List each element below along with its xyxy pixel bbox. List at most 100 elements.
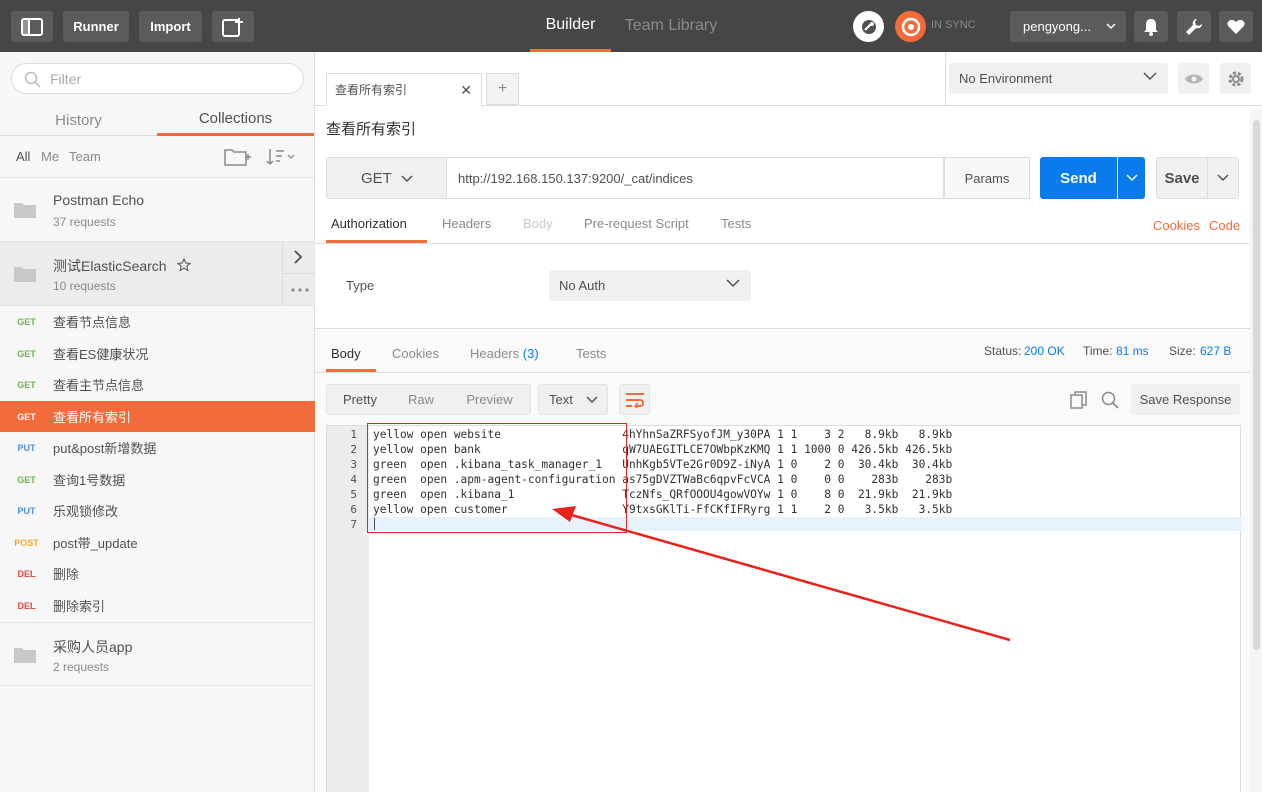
runner-button[interactable]: Runner (63, 11, 129, 42)
save-button[interactable]: Save (1156, 157, 1208, 199)
more-options-icon[interactable] (291, 288, 309, 292)
chevron-right-icon[interactable] (293, 250, 303, 264)
view-preview-button[interactable]: Preview (449, 385, 530, 414)
filter-me[interactable]: Me (41, 149, 59, 164)
search-icon (24, 71, 41, 88)
method-select[interactable]: GET (326, 157, 447, 199)
response-panel: Body Cookies Headers (3) Tests Status: 2… (315, 328, 1251, 792)
request-item[interactable]: GET 查看节点信息 (0, 306, 315, 337)
format-value: Text (549, 392, 573, 407)
time-value: 81 ms (1116, 344, 1149, 358)
request-options-tabs: Authorization Headers Body Pre-request S… (315, 208, 1251, 244)
request-item[interactable]: GET 查询1号数据 (0, 464, 315, 495)
url-input[interactable]: http://192.168.150.137:9200/_cat/indices (447, 157, 944, 199)
tab-builder[interactable]: Builder (530, 0, 611, 52)
new-window-button[interactable] (212, 11, 254, 42)
environment-quick-look-button[interactable] (1178, 63, 1209, 94)
collection-item[interactable]: Postman Echo 37 requests (0, 178, 315, 242)
line-number: 5 (350, 488, 357, 501)
collection-request-count: 2 requests (53, 660, 110, 674)
response-tab-headers[interactable]: Headers (3) (470, 346, 539, 361)
notifications-button[interactable] (1134, 11, 1168, 42)
code-link[interactable]: Code (1209, 218, 1240, 233)
divider (315, 372, 1251, 373)
request-name: post带_update (53, 536, 138, 551)
user-name: pengyong... (1023, 19, 1091, 34)
sync-status-button[interactable] (895, 11, 926, 42)
bell-icon (1144, 18, 1158, 36)
size-label: Size: (1169, 344, 1196, 358)
active-tab-indicator (326, 240, 427, 243)
request-item-active[interactable]: GET 查看所有索引 (0, 401, 315, 432)
collection-item[interactable]: 采购人员app 2 requests (0, 622, 315, 686)
line-number: 3 (350, 458, 357, 471)
save-dropdown-button[interactable] (1208, 157, 1239, 199)
request-item[interactable]: POST post带_update (0, 527, 315, 558)
request-item[interactable]: PUT put&post新增数据 (0, 432, 315, 463)
save-response-button[interactable]: Save Response (1131, 384, 1240, 415)
chevron-down-icon (1106, 23, 1116, 30)
star-icon[interactable] (177, 258, 191, 272)
auth-type-select[interactable]: No Auth (549, 270, 751, 301)
annotation-highlight-box (367, 423, 627, 533)
request-item[interactable]: PUT 乐观锁修改 (0, 495, 315, 526)
send-button[interactable]: Send (1040, 157, 1117, 199)
search-icon[interactable] (1101, 391, 1119, 409)
collection-item-active[interactable]: 测试ElasticSearch 10 requests (0, 242, 316, 306)
sync-icon (901, 17, 920, 36)
new-folder-icon[interactable] (224, 147, 252, 167)
tab-authorization[interactable]: Authorization (331, 216, 407, 231)
send-dropdown-button[interactable] (1118, 157, 1145, 199)
request-name: 删除 (53, 567, 80, 582)
folder-icon (14, 267, 36, 282)
response-tab-tests[interactable]: Tests (576, 346, 606, 361)
filter-input[interactable]: Filter (11, 63, 304, 94)
tab-pre-request-script[interactable]: Pre-request Script (584, 216, 689, 231)
tab-tests[interactable]: Tests (721, 216, 751, 231)
chevron-down-icon (1217, 174, 1229, 182)
collection-actions (282, 242, 316, 306)
request-item[interactable]: DEL 删除索引 (0, 590, 315, 621)
line-number: 1 (350, 428, 357, 441)
copy-icon[interactable] (1070, 391, 1088, 409)
request-item[interactable]: DEL 删除 (0, 558, 315, 589)
import-button[interactable]: Import (139, 11, 202, 42)
settings-button[interactable] (1177, 11, 1211, 42)
response-tab-cookies[interactable]: Cookies (392, 346, 439, 361)
user-dropdown[interactable]: pengyong... (1010, 11, 1126, 42)
request-item[interactable]: GET 查看主节点信息 (0, 369, 315, 400)
cookies-link[interactable]: Cookies (1153, 218, 1200, 233)
wrap-lines-button[interactable] (619, 384, 650, 415)
sort-icon[interactable] (266, 147, 296, 167)
request-tab[interactable]: 查看所有索引 ✕ (326, 73, 482, 106)
environment-select[interactable]: No Environment (949, 63, 1168, 94)
format-select[interactable]: Text (538, 384, 608, 415)
main-scrollbar-thumb[interactable] (1253, 120, 1260, 650)
method-badge: PUT (17, 442, 36, 453)
close-icon[interactable]: ✕ (460, 82, 472, 99)
add-tab-button[interactable]: + (486, 73, 519, 105)
params-button[interactable]: Params (944, 157, 1030, 199)
chevron-down-icon (1125, 174, 1138, 182)
heart-icon (1227, 19, 1245, 34)
manage-environments-button[interactable] (1220, 63, 1251, 94)
response-tab-body[interactable]: Body (331, 346, 361, 361)
view-raw-button[interactable]: Raw (393, 385, 449, 414)
eye-icon (1184, 74, 1203, 83)
tab-body[interactable]: Body (523, 216, 553, 231)
interceptor-button[interactable] (853, 11, 884, 42)
tab-headers[interactable]: Headers (442, 216, 491, 231)
tab-collections[interactable]: Collections (157, 104, 314, 136)
request-tabs-bar: 查看所有索引 ✕ + (315, 52, 945, 106)
filter-all[interactable]: All (16, 149, 30, 164)
sidebar-toggle-button[interactable] (11, 11, 53, 42)
heart-button[interactable] (1219, 11, 1253, 42)
status-value: 200 OK (1024, 344, 1065, 358)
view-mode-group: Pretty Raw Preview (326, 384, 531, 415)
tab-team-library[interactable]: Team Library (616, 0, 726, 52)
filter-team[interactable]: Team (69, 149, 101, 164)
request-item[interactable]: GET 查看ES健康状况 (0, 338, 315, 369)
tab-history[interactable]: History (0, 104, 157, 136)
view-pretty-button[interactable]: Pretty (327, 385, 393, 414)
chevron-down-icon (586, 396, 598, 404)
